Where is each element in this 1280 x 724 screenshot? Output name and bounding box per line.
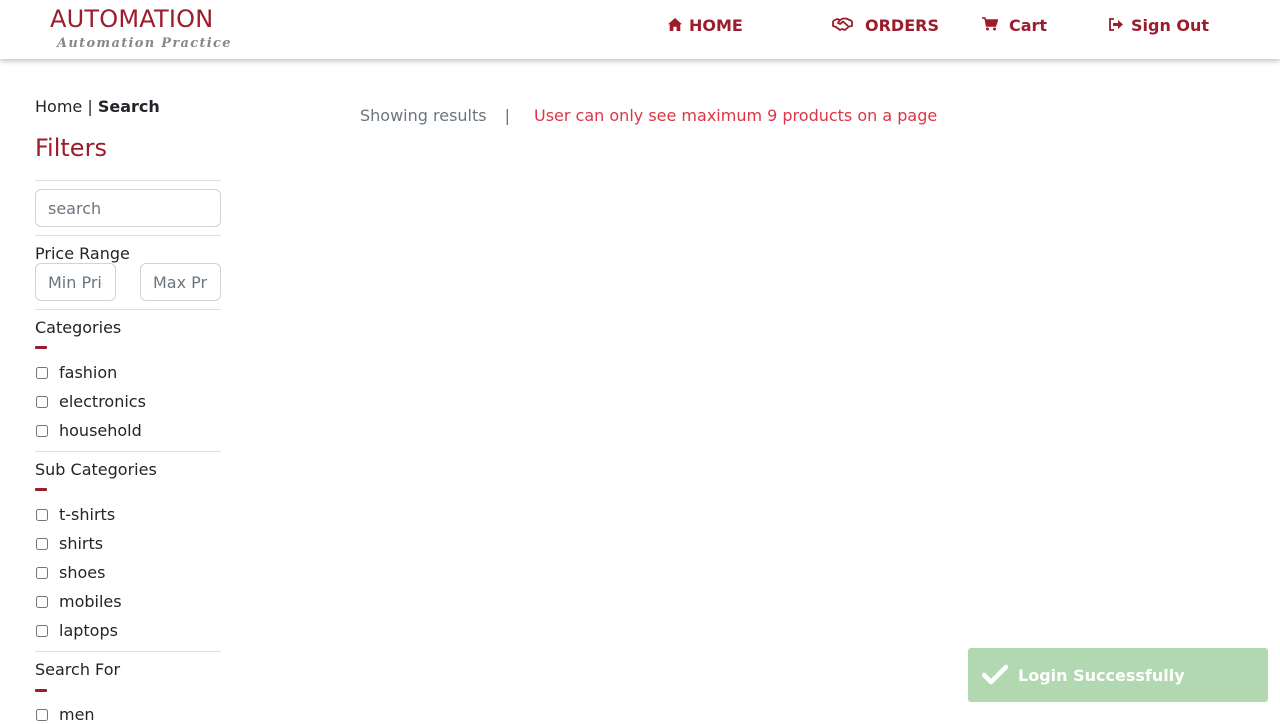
subcategory-laptops-checkbox[interactable] xyxy=(36,624,48,637)
nav-home-link[interactable]: HOME xyxy=(668,16,743,35)
divider xyxy=(35,235,221,236)
breadcrumb-separator: | xyxy=(87,97,93,116)
nav-orders-link[interactable]: ORDERS xyxy=(832,16,939,35)
sign-out-icon xyxy=(1109,16,1124,35)
subcategory-shoes-checkbox[interactable] xyxy=(36,566,48,579)
nav-cart-link[interactable]: Cart xyxy=(982,16,1047,35)
cart-icon xyxy=(982,16,999,35)
subcategory-label: t-shirts xyxy=(59,505,116,524)
subcategory-shoes[interactable]: shoes xyxy=(35,563,105,582)
subcategory-mobiles[interactable]: mobiles xyxy=(35,592,122,611)
price-range-label: Price Range xyxy=(35,244,130,263)
toast-message: Login Successfully xyxy=(1018,665,1185,685)
results-separator: | xyxy=(504,106,510,125)
search-for-men-checkbox[interactable] xyxy=(36,708,48,721)
section-accent-bar xyxy=(35,488,47,491)
section-accent-bar xyxy=(35,346,47,349)
checkmark-icon xyxy=(981,664,1009,686)
category-fashion[interactable]: fashion xyxy=(35,363,117,382)
category-fashion-checkbox[interactable] xyxy=(36,366,48,379)
category-label: household xyxy=(59,421,142,440)
max-products-note: User can only see maximum 9 products on … xyxy=(534,106,938,125)
handshake-icon xyxy=(832,16,853,35)
category-label: fashion xyxy=(59,363,118,382)
search-for-label-item: men xyxy=(59,705,95,724)
nav-orders-label: ORDERS xyxy=(865,16,939,35)
brand-subtitle: Automation Practice xyxy=(57,36,232,51)
divider xyxy=(35,180,221,181)
subcategory-shirts[interactable]: shirts xyxy=(35,534,103,553)
subcategory-label: mobiles xyxy=(59,592,122,611)
subcategory-t-shirts[interactable]: t-shirts xyxy=(35,505,115,524)
max-price-input[interactable] xyxy=(140,263,221,301)
subcategory-mobiles-checkbox[interactable] xyxy=(36,595,48,608)
divider xyxy=(35,451,221,452)
login-success-toast[interactable]: Login Successfully xyxy=(968,648,1268,702)
subcategory-label: shirts xyxy=(59,534,104,553)
breadcrumb-current: Search xyxy=(97,97,160,116)
filters-title: Filters xyxy=(35,134,107,162)
subcategory-laptops[interactable]: laptops xyxy=(35,621,118,640)
category-electronics[interactable]: electronics xyxy=(35,392,146,411)
min-price-input[interactable] xyxy=(35,263,116,301)
subcategory-label: laptops xyxy=(59,621,118,640)
category-household-checkbox[interactable] xyxy=(36,424,48,437)
breadcrumb: Home | Search xyxy=(35,97,160,116)
nav-signout-link[interactable]: Sign Out xyxy=(1109,16,1209,35)
subcategory-label: shoes xyxy=(59,563,106,582)
subcategory-shirts-checkbox[interactable] xyxy=(36,537,48,550)
category-label: electronics xyxy=(59,392,146,411)
top-navbar: AUTOMATION Automation Practice HOME ORDE… xyxy=(0,0,1280,59)
results-summary: Showing results | User can only see maximu… xyxy=(360,106,937,125)
search-input[interactable] xyxy=(35,189,221,227)
search-for-men[interactable]: men xyxy=(35,705,95,724)
nav-home-label: HOME xyxy=(689,16,743,35)
brand-title[interactable]: AUTOMATION xyxy=(50,5,213,33)
category-household[interactable]: household xyxy=(35,421,142,440)
showing-results-text: Showing results xyxy=(360,106,487,125)
breadcrumb-home[interactable]: Home xyxy=(35,97,82,116)
divider xyxy=(35,651,221,652)
categories-label: Categories xyxy=(35,318,122,337)
divider xyxy=(35,309,221,310)
category-electronics-checkbox[interactable] xyxy=(36,395,48,408)
subcategory-t-shirts-checkbox[interactable] xyxy=(36,508,48,521)
section-accent-bar xyxy=(35,689,47,692)
sub-categories-label: Sub Categories xyxy=(35,460,157,479)
nav-cart-label: Cart xyxy=(1009,16,1048,35)
nav-signout-label: Sign Out xyxy=(1131,16,1210,35)
search-for-label: Search For xyxy=(35,660,121,679)
home-icon xyxy=(668,16,682,35)
